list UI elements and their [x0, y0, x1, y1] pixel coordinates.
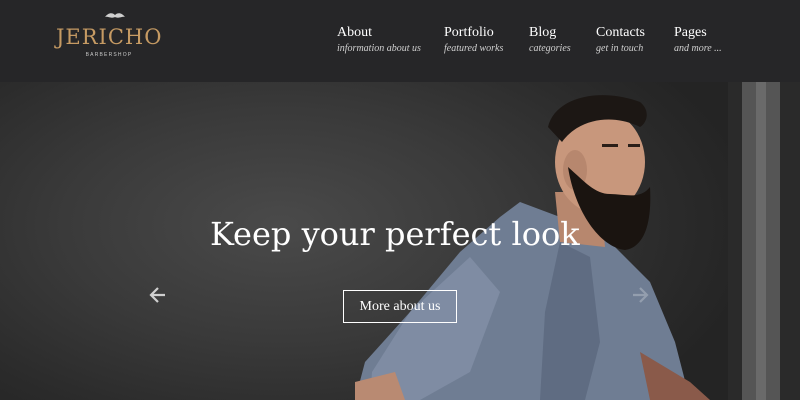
nav-item-blog[interactable]: Blog categories [529, 25, 571, 55]
nav-item-title: About [337, 25, 372, 40]
mustache-icon [105, 13, 125, 18]
nav-item-portfolio[interactable]: Portfolio featured works [444, 25, 503, 55]
brand-tagline: BARBERSHOP [85, 52, 133, 58]
nav-item-subtitle: categories [529, 43, 571, 54]
nav-item-subtitle: and more ... [674, 43, 722, 54]
more-about-us-button[interactable]: More about us [343, 290, 457, 323]
hero-headline: Keep your perfect look [210, 215, 580, 253]
arrow-right-icon[interactable] [630, 285, 650, 305]
site-header: JERICHO BARBERSHOP About information abo… [0, 0, 800, 82]
arrow-left-icon[interactable] [148, 285, 168, 305]
nav-item-subtitle: information about us [337, 43, 421, 54]
brand-logo[interactable]: JERICHO BARBERSHOP [56, 11, 166, 61]
nav-item-pages[interactable]: Pages and more ... [674, 25, 722, 55]
nav-item-title: Blog [529, 25, 557, 40]
nav-item-contacts[interactable]: Contacts get in touch [596, 25, 645, 55]
hero-slider: Keep your perfect look More about us [0, 82, 800, 400]
nav-item-title: Contacts [596, 25, 645, 40]
nav-item-subtitle: featured works [444, 43, 504, 54]
nav-item-about[interactable]: About information about us [337, 25, 421, 55]
nav-item-subtitle: get in touch [596, 43, 644, 54]
brand-name: JERICHO [56, 25, 163, 49]
nav-item-title: Pages [674, 25, 707, 40]
nav-item-title: Portfolio [444, 25, 494, 40]
